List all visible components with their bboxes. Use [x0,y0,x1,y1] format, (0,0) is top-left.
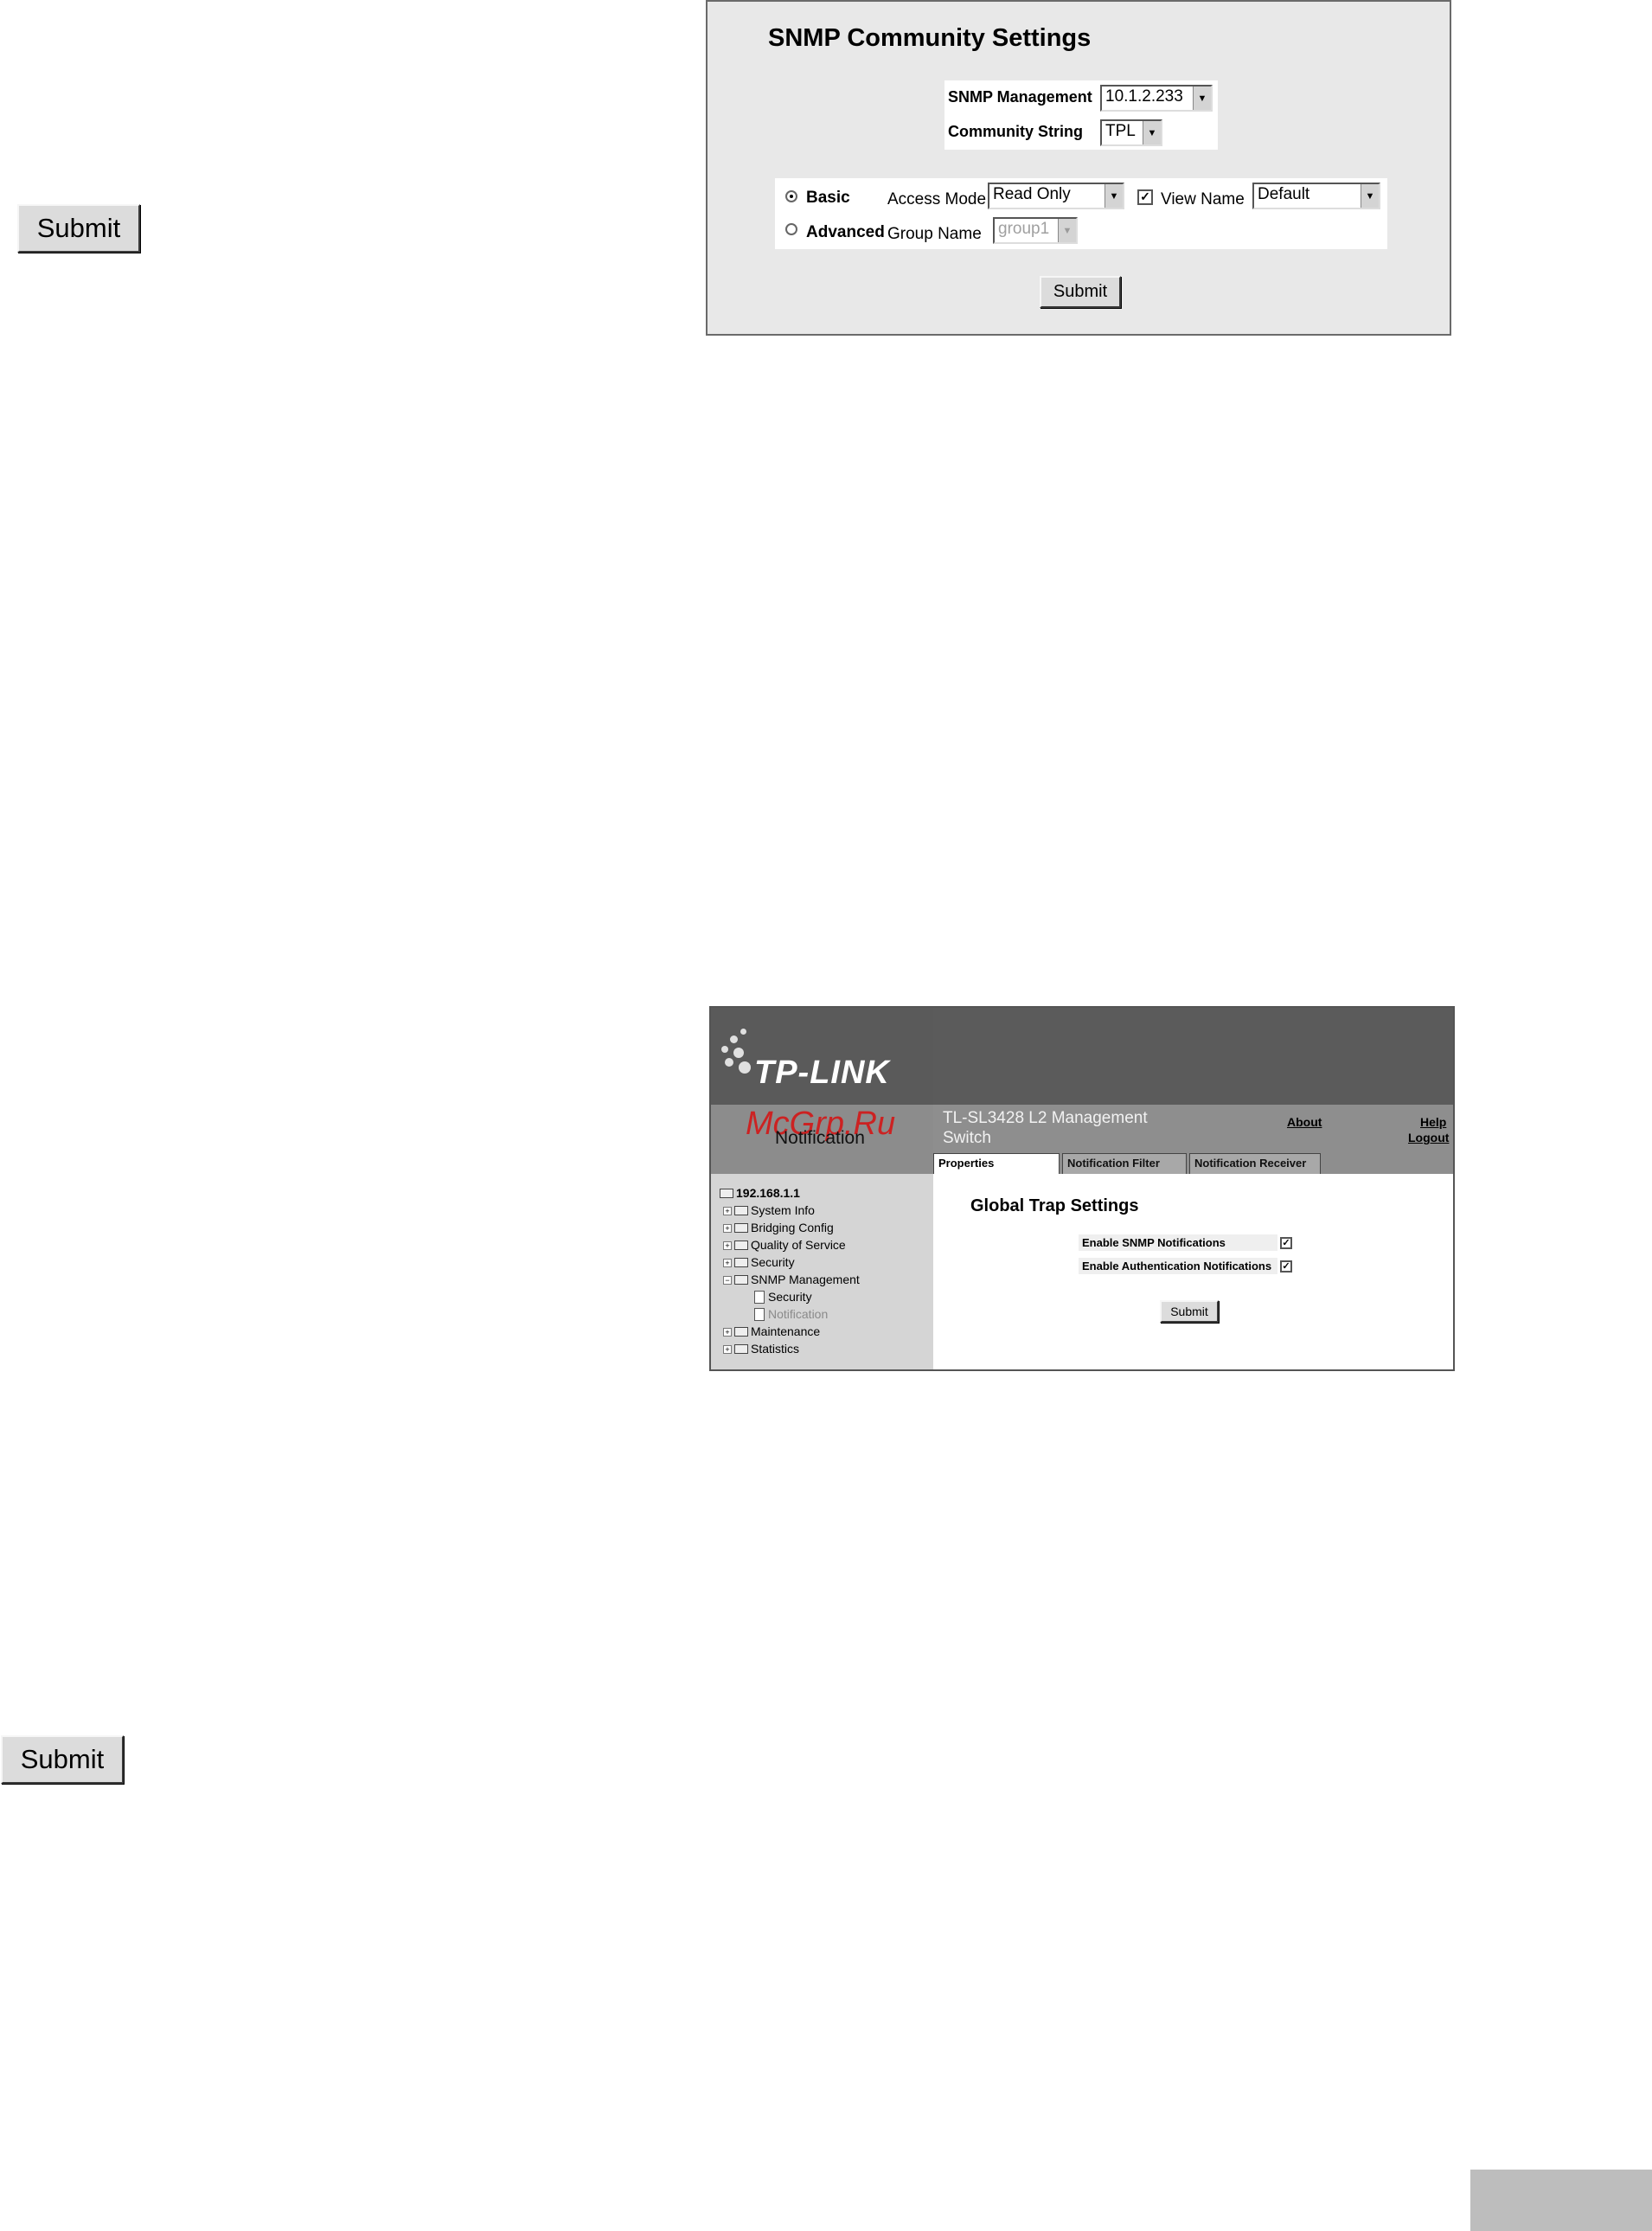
tree-item-snmp-management[interactable]: − SNMP Management [723,1273,860,1286]
enable-snmp-label: Enable SNMP Notifications [1079,1234,1277,1251]
logout-link[interactable]: Logout [1408,1131,1449,1144]
tree-item-notification[interactable]: Notification [754,1307,828,1321]
chevron-down-icon: ▼ [1058,219,1076,242]
tab-notification-receiver[interactable]: Notification Receiver [1189,1153,1321,1174]
device-model: TL-SL3428 L2 Management Switch [943,1109,1148,1147]
folder-icon [734,1344,748,1354]
expand-icon: + [723,1259,732,1267]
about-link[interactable]: About [1287,1115,1322,1129]
basic-radio[interactable] [785,190,797,202]
community-string-select[interactable]: TPL ▼ [1100,119,1162,146]
tree-item-statistics[interactable]: + Statistics [723,1342,799,1356]
snmp-management-value: 10.1.2.233 [1105,87,1183,106]
advanced-label: Advanced [806,223,885,241]
expand-icon: + [723,1241,732,1250]
submit-button-bottom[interactable]: Submit [1,1735,124,1784]
chevron-down-icon: ▼ [1143,121,1161,144]
basic-label: Basic [806,189,850,207]
tree-root-label: 192.168.1.1 [736,1186,800,1200]
tree-item-label: System Info [751,1203,815,1217]
group-name-value: group1 [998,220,1050,238]
group-name-label: Group Name [887,225,982,243]
snmp-community-settings-panel: SNMP Community Settings SNMP Management … [706,0,1451,336]
chevron-down-icon: ▼ [1193,87,1211,110]
document-icon [754,1308,765,1321]
tree-item-label: Security [768,1290,812,1304]
folder-open-icon [734,1275,748,1285]
tree-item-maintenance[interactable]: + Maintenance [723,1324,820,1338]
tree-item-quality-of-service[interactable]: + Quality of Service [723,1238,846,1252]
switch-icon [720,1189,733,1198]
tplink-logo: TP-LINK [754,1055,890,1091]
tab-properties[interactable]: Properties [933,1153,1060,1174]
community-string-label: Community String [948,123,1083,140]
advanced-radio[interactable] [785,223,797,235]
expand-icon: + [723,1207,732,1215]
access-mode-select[interactable]: Read Only ▼ [988,183,1124,209]
community-string-value: TPL [1105,122,1136,140]
expand-icon: + [723,1345,732,1354]
snmp-management-label: SNMP Management [948,88,1092,106]
panel-title: SNMP Community Settings [768,24,1092,52]
tree-item-label: Statistics [751,1342,800,1356]
tree-item-snmp-security[interactable]: Security [754,1290,812,1304]
tree-item-system-info[interactable]: + System Info [723,1203,815,1217]
expand-icon: + [723,1224,732,1233]
folder-icon [734,1206,748,1215]
folder-icon [734,1327,748,1337]
tree-item-security[interactable]: + Security [723,1255,795,1269]
trap-submit-button[interactable]: Submit [1160,1300,1219,1323]
tree-item-label: Security [751,1255,795,1269]
enable-auth-checkbox[interactable]: ✓ [1280,1260,1292,1273]
folder-icon [734,1258,748,1267]
submit-button-top[interactable]: Submit [17,204,140,253]
snmp-management-select[interactable]: 10.1.2.233 ▼ [1100,85,1213,112]
access-mode-label: Access Mode [887,190,987,208]
tree-item-label: Bridging Config [751,1221,834,1234]
main-title: Global Trap Settings [970,1196,1139,1215]
chevron-down-icon: ▼ [1105,184,1123,208]
help-link[interactable]: Help [1420,1115,1446,1129]
snmp-submit-button[interactable]: Submit [1040,276,1121,308]
tree-item-label: Maintenance [751,1324,821,1338]
collapse-icon: − [723,1276,732,1285]
enable-snmp-checkbox[interactable]: ✓ [1280,1237,1292,1249]
folder-icon [734,1223,748,1233]
access-mode-value: Read Only [993,185,1071,203]
chevron-down-icon: ▼ [1361,184,1379,208]
tplink-notification-screenshot: TP-LINK McGrp.Ru Notification TL-SL3428 … [709,1006,1455,1371]
view-name-select[interactable]: Default ▼ [1252,183,1380,209]
view-name-label: View Name [1161,190,1245,208]
expand-icon: + [723,1328,732,1337]
group-name-select[interactable]: group1 ▼ [993,217,1078,244]
tab-notification-filter[interactable]: Notification Filter [1062,1153,1187,1174]
tree-root[interactable]: 192.168.1.1 [720,1186,800,1200]
page-name: Notification [775,1128,865,1148]
view-name-value: Default [1258,185,1310,203]
enable-auth-label: Enable Authentication Notifications [1079,1258,1277,1274]
folder-icon [734,1241,748,1250]
document-icon [754,1291,765,1304]
tree-item-bridging-config[interactable]: + Bridging Config [723,1221,834,1234]
view-name-checkbox[interactable]: ✓ [1137,189,1153,205]
tree-item-label: Quality of Service [751,1238,846,1252]
tree-item-label: Notification [768,1307,829,1321]
tree-item-label: SNMP Management [751,1273,860,1286]
page-corner-tab [1470,2170,1652,2231]
